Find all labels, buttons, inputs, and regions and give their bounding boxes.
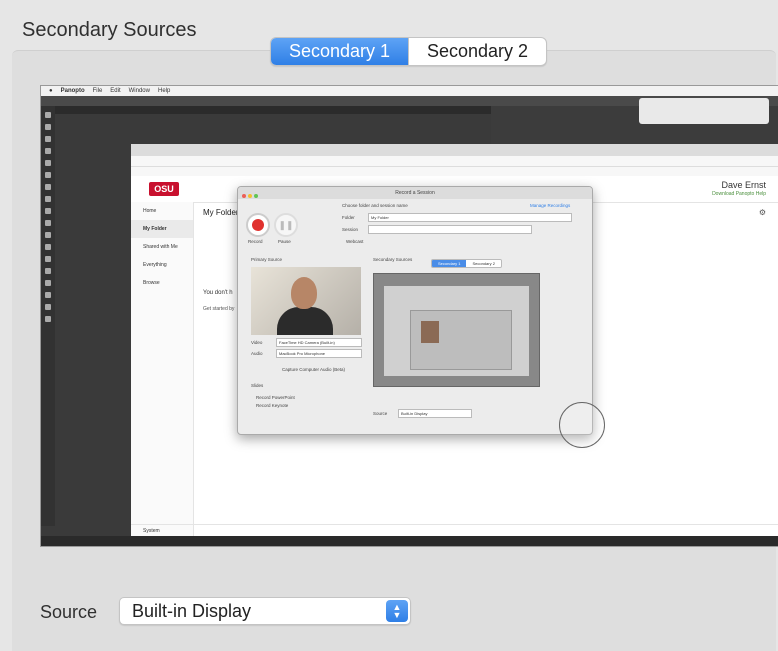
photoshop-toolbox (41, 106, 55, 526)
session-field (368, 225, 532, 234)
tool-icon (45, 112, 51, 118)
user-links: Download Panopto Help (712, 191, 766, 197)
tool-icon (45, 160, 51, 166)
dialog-title-text: Record a Session (395, 190, 435, 196)
nav-item-everything: Everything (143, 262, 167, 268)
audio-label: Audio (251, 351, 263, 356)
nested-screen-preview (373, 273, 540, 387)
tool-icon (45, 316, 51, 322)
minimize-dot-icon (248, 194, 252, 198)
empty-state-subtext: Get started by (203, 306, 235, 312)
record-powerpoint-radio: Record PowerPoint (256, 395, 295, 400)
up-down-chevron-icon: ▲ ▼ (386, 600, 408, 622)
tool-icon (45, 172, 51, 178)
source-select[interactable]: Built-in Display ▲ ▼ (119, 597, 411, 625)
person-face (291, 277, 317, 309)
window-controls (242, 191, 260, 203)
settings-icon: ⚙ (758, 208, 766, 217)
notification-banner (639, 98, 769, 124)
choose-folder-label: Choose folder and session name (342, 203, 408, 208)
osu-logo: OSU (149, 182, 179, 196)
nav-item-browse: Browse (143, 280, 160, 286)
source-value: Built-in Display (132, 601, 252, 621)
browser-address-bar (131, 156, 778, 167)
tab-secondary-2[interactable]: Secondary 2 (408, 38, 546, 65)
folder-select: My Folder (368, 213, 572, 222)
dialog-tab-secondary-2: Secondary 2 (466, 260, 501, 267)
mac-menubar: ● Panopto File Edit Window Help (41, 86, 778, 96)
record-keynote-radio: Record Keynote (256, 403, 289, 408)
secondary-sources-label: Secondary Sources (373, 257, 413, 262)
pause-label: Pause (278, 239, 291, 244)
section-title: Secondary Sources (22, 19, 197, 41)
menubar-item: File (92, 88, 103, 94)
camera-preview (251, 267, 361, 335)
empty-state-text: You don't h (203, 290, 233, 296)
record-label: Record (248, 239, 263, 244)
tool-icon (45, 136, 51, 142)
session-label: Session (342, 227, 359, 232)
dialog-title: Record a Session (238, 187, 592, 199)
menubar-item: Help (157, 88, 171, 94)
tool-icon (45, 256, 51, 262)
secondary-tabs: Secondary 1 Secondary 2 (270, 37, 547, 66)
audio-select: MacBook Pro Microphone (276, 349, 362, 358)
slides-label: Slides (251, 383, 264, 388)
video-label: Video (251, 340, 263, 345)
menubar-app-name: Panopto (60, 88, 85, 94)
nav-item-shared: Shared with Me (143, 244, 178, 250)
folder-title: My Folder (203, 208, 239, 217)
dialog-source-label: Source (373, 411, 388, 416)
pause-button: ❚❚ (274, 213, 298, 237)
webcast-checkbox: Webcast (346, 239, 364, 244)
tool-icon (45, 232, 51, 238)
tool-icon (45, 268, 51, 274)
screen-preview: ● Panopto File Edit Window Help OSU Dave… (41, 86, 778, 546)
user-name: Dave Ernst (721, 180, 766, 190)
tool-icon (45, 280, 51, 286)
record-button (246, 213, 270, 237)
tool-icon (45, 196, 51, 202)
nested-dialog (410, 310, 512, 370)
manage-recordings-link: Manage Recordings (530, 203, 571, 208)
dialog-tab-secondary-1: Secondary 1 (432, 260, 467, 267)
nav-item-my-folder: My Folder (131, 220, 193, 238)
cursor-highlight (559, 402, 605, 448)
capture-audio-checkbox: Capture Computer Audio (Beta) (282, 367, 346, 372)
tab-secondary-1[interactable]: Secondary 1 (271, 38, 408, 65)
video-select: FaceTime HD Camera (Built-in) (276, 338, 362, 347)
browser-footer (131, 524, 778, 536)
tool-icon (45, 148, 51, 154)
tool-icon (45, 220, 51, 226)
tool-icon (45, 184, 51, 190)
panopto-nav: Home My Folder Shared with Me Everything… (131, 202, 194, 536)
folder-label: Folder (342, 215, 355, 220)
browser-tabs (131, 144, 778, 156)
nested-window (384, 286, 529, 376)
photoshop-tabbar (41, 106, 491, 114)
person-shoulders (277, 307, 333, 335)
tool-icon (45, 304, 51, 310)
dialog-source-select: Built-in Display (398, 409, 472, 418)
nav-item-home: Home (143, 208, 157, 214)
close-dot-icon (242, 194, 246, 198)
source-label: Source (40, 602, 98, 622)
apple-icon: ● (49, 88, 53, 94)
tool-icon (45, 208, 51, 214)
tool-icon (45, 124, 51, 130)
primary-source-label: Primary Source (251, 257, 283, 262)
tool-icon (45, 292, 51, 298)
dialog-secondary-tabs: Secondary 1 Secondary 2 (431, 259, 502, 268)
zoom-dot-icon (254, 194, 258, 198)
menubar-item: Window (128, 88, 150, 94)
tool-icon (45, 244, 51, 250)
menubar-item: Edit (110, 88, 121, 94)
nested-camera (421, 321, 439, 343)
record-dialog: Record a Session ❚❚ Record Pause Choose … (237, 186, 593, 435)
